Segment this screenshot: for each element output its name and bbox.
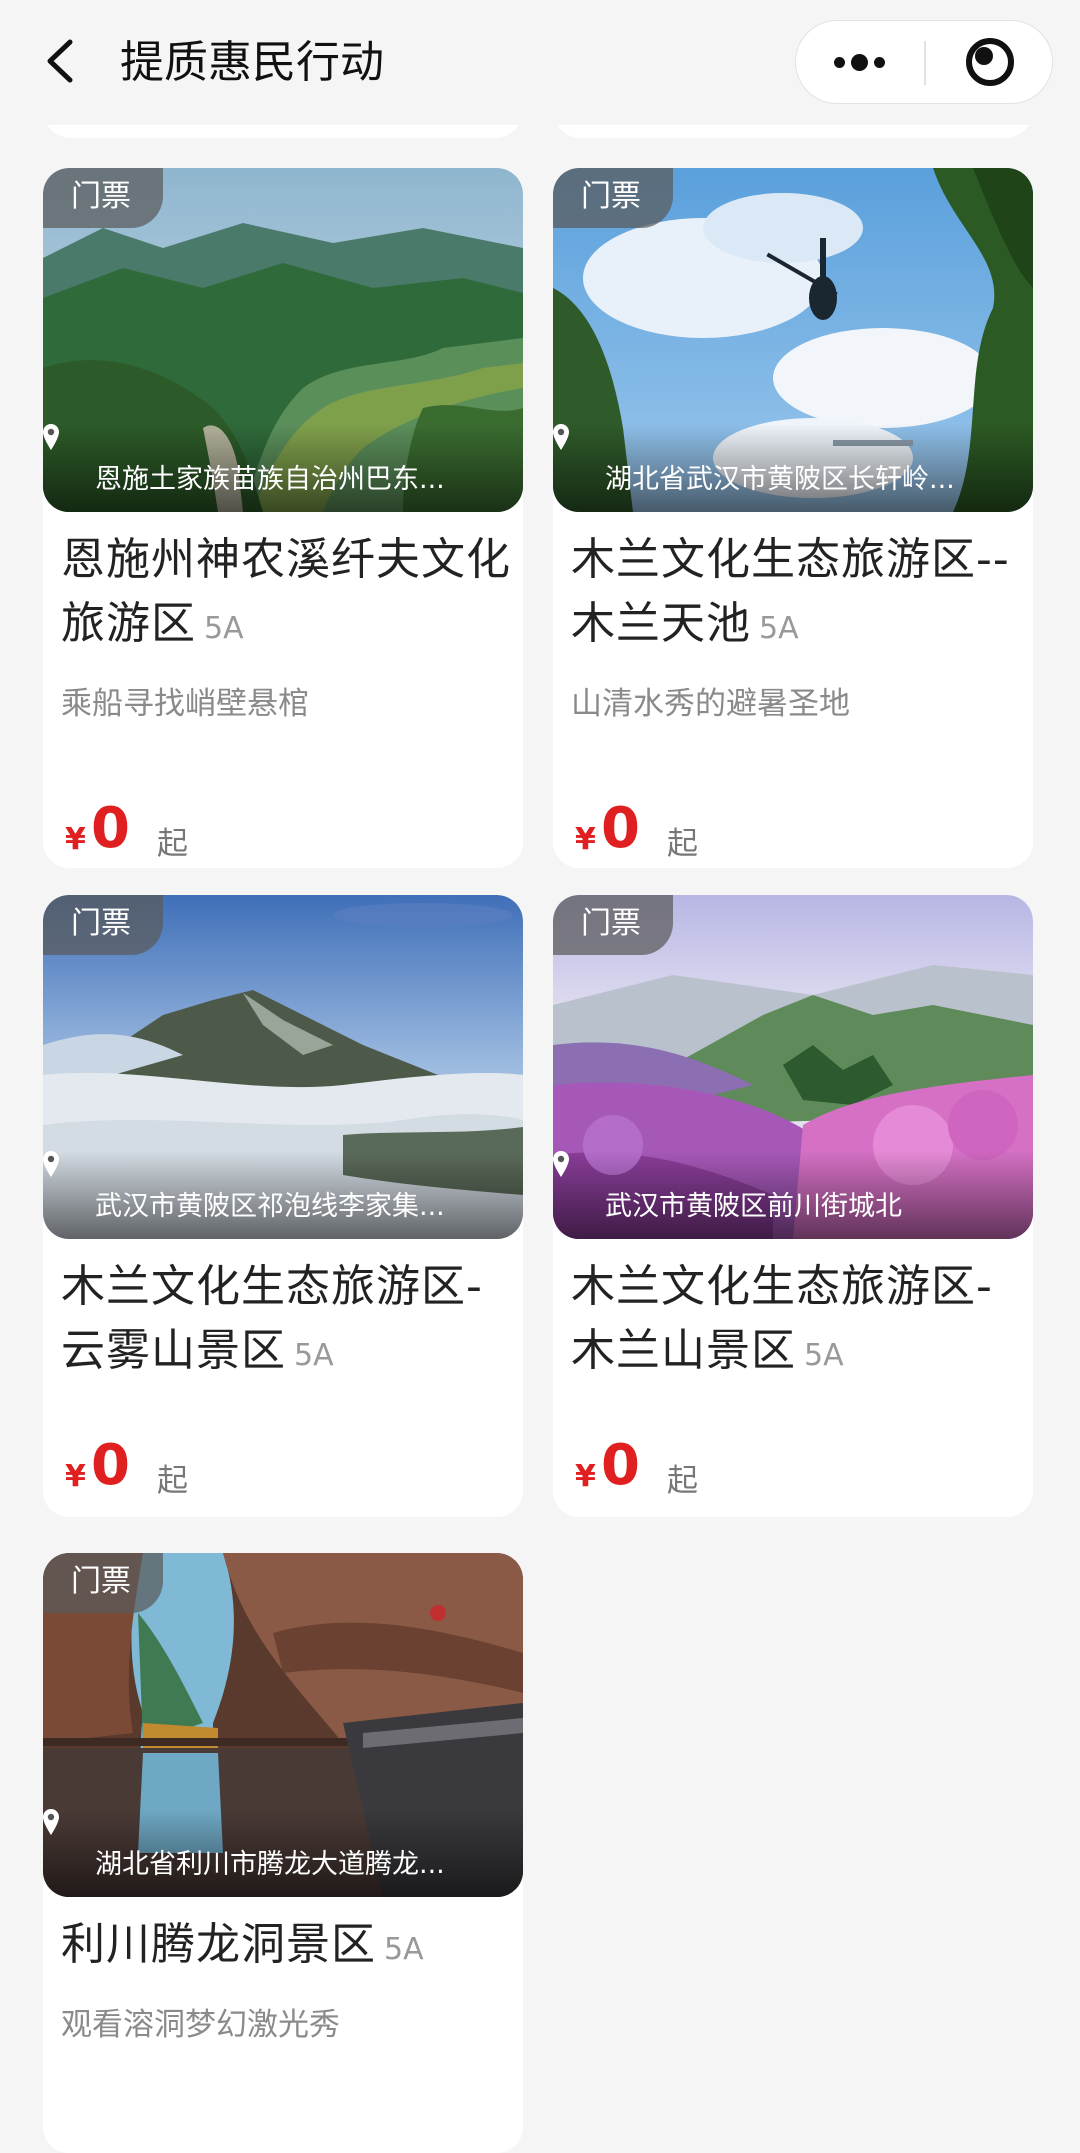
more-dot-icon: [834, 57, 845, 68]
scenic-name-text: 木兰文化生态旅游区-云雾山景区: [61, 1261, 483, 1376]
mini-program-capsule: [795, 20, 1053, 104]
level-badge: 5A: [204, 611, 244, 646]
location-pin-icon: [43, 1151, 59, 1177]
scenic-name: 利川腾龙洞景区 5A: [61, 1913, 511, 1982]
price-unit: 起: [667, 826, 698, 862]
level-badge: 5A: [804, 1338, 844, 1373]
scenic-description: 乘船寻找峭壁悬棺: [61, 686, 309, 722]
scenic-name-text: 利川腾龙洞景区: [61, 1919, 376, 1970]
currency-symbol: ¥: [575, 1459, 596, 1494]
scenic-photo: 门票 恩施土家族苗族自治州巴东...: [43, 168, 523, 512]
currency-symbol: ¥: [65, 822, 86, 857]
scenic-card[interactable]: 门票 湖北省武汉市黄陂区长轩岭... 木兰文化生态旅游区--木兰天池 5A 山清水…: [553, 168, 1033, 868]
scenic-description: 山清水秀的避暑圣地: [571, 686, 850, 722]
location-bar: 恩施土家族苗族自治州巴东...: [43, 424, 523, 512]
scenic-card[interactable]: 门票 湖北省利川市腾龙大道腾龙... 利川腾龙洞景区 5A 观看溶洞梦幻激光秀: [43, 1553, 523, 2153]
ticket-tag: 门票: [43, 895, 163, 955]
scenic-photo: 门票 湖北省利川市腾龙大道腾龙...: [43, 1553, 523, 1897]
close-dot-icon: [975, 47, 993, 65]
scenic-photo: 门票 武汉市黄陂区前川街城北: [553, 895, 1033, 1239]
level-badge: 5A: [759, 611, 799, 646]
scenic-photo: 门票 武汉市黄陂区祁泡线李家集...: [43, 895, 523, 1239]
location-text: 武汉市黄陂区前川街城北: [605, 1191, 902, 1222]
location-pin-icon: [553, 424, 569, 450]
location-bar: 武汉市黄陂区前川街城北: [553, 1151, 1033, 1239]
location-text: 恩施土家族苗族自治州巴东...: [95, 464, 445, 495]
scenic-name: 木兰文化生态旅游区--木兰天池 5A: [571, 528, 1021, 661]
location-pin-icon: [43, 424, 59, 450]
ticket-tag: 门票: [553, 168, 673, 228]
price-value: 0: [601, 796, 640, 861]
scenic-card[interactable]: 门票 武汉市黄陂区前川街城北 木兰文化生态旅游区-木兰山景区 5A ¥ 0 起: [553, 895, 1033, 1517]
more-dot-icon: [874, 57, 885, 68]
scenic-photo: 门票 湖北省武汉市黄陂区长轩岭...: [553, 168, 1033, 512]
currency-symbol: ¥: [575, 822, 596, 857]
scenic-card[interactable]: 门票 武汉市黄陂区祁泡线李家集... 木兰文化生态旅游区-云雾山景区 5A ¥ 0…: [43, 895, 523, 1517]
level-badge: 5A: [294, 1338, 334, 1373]
nav-header: 提质惠民行动: [0, 0, 1080, 125]
location-pin-icon: [553, 1151, 569, 1177]
currency-symbol: ¥: [65, 1459, 86, 1494]
price-value: 0: [601, 1433, 640, 1498]
scenic-name: 木兰文化生态旅游区-木兰山景区 5A: [571, 1255, 1021, 1388]
price-unit: 起: [157, 1463, 188, 1499]
price-unit: 起: [667, 1463, 698, 1499]
ticket-tag: 门票: [43, 168, 163, 228]
location-text: 武汉市黄陂区祁泡线李家集...: [95, 1191, 445, 1222]
location-bar: 武汉市黄陂区祁泡线李家集...: [43, 1151, 523, 1239]
location-text: 湖北省利川市腾龙大道腾龙...: [95, 1849, 445, 1880]
ticket-tag: 门票: [43, 1553, 163, 1613]
level-badge: 5A: [384, 1932, 424, 1967]
location-text: 湖北省武汉市黄陂区长轩岭...: [605, 464, 955, 495]
scenic-card[interactable]: 门票 恩施土家族苗族自治州巴东... 恩施州神农溪纤夫文化旅游区 5A 乘船寻找峭…: [43, 168, 523, 868]
price-value: 0: [91, 796, 130, 861]
price-unit: 起: [157, 826, 188, 862]
ticket-tag: 门票: [553, 895, 673, 955]
scenic-name: 恩施州神农溪纤夫文化旅游区 5A: [61, 528, 511, 661]
back-arrow-icon[interactable]: [40, 36, 80, 86]
location-pin-icon: [43, 1809, 59, 1835]
scenic-name-text: 恩施州神农溪纤夫文化旅游区: [61, 534, 511, 649]
location-bar: 湖北省武汉市黄陂区长轩岭...: [553, 424, 1033, 512]
close-button[interactable]: [926, 21, 1052, 103]
more-options-button[interactable]: [796, 21, 924, 103]
location-bar: 湖北省利川市腾龙大道腾龙...: [43, 1809, 523, 1897]
scenic-name: 木兰文化生态旅游区-云雾山景区 5A: [61, 1255, 511, 1388]
scenic-name-text: 木兰文化生态旅游区-木兰山景区: [571, 1261, 993, 1376]
more-dot-icon: [851, 54, 868, 71]
page-title: 提质惠民行动: [120, 37, 384, 88]
scenic-description: 观看溶洞梦幻激光秀: [61, 2007, 340, 2043]
price-value: 0: [91, 1433, 130, 1498]
